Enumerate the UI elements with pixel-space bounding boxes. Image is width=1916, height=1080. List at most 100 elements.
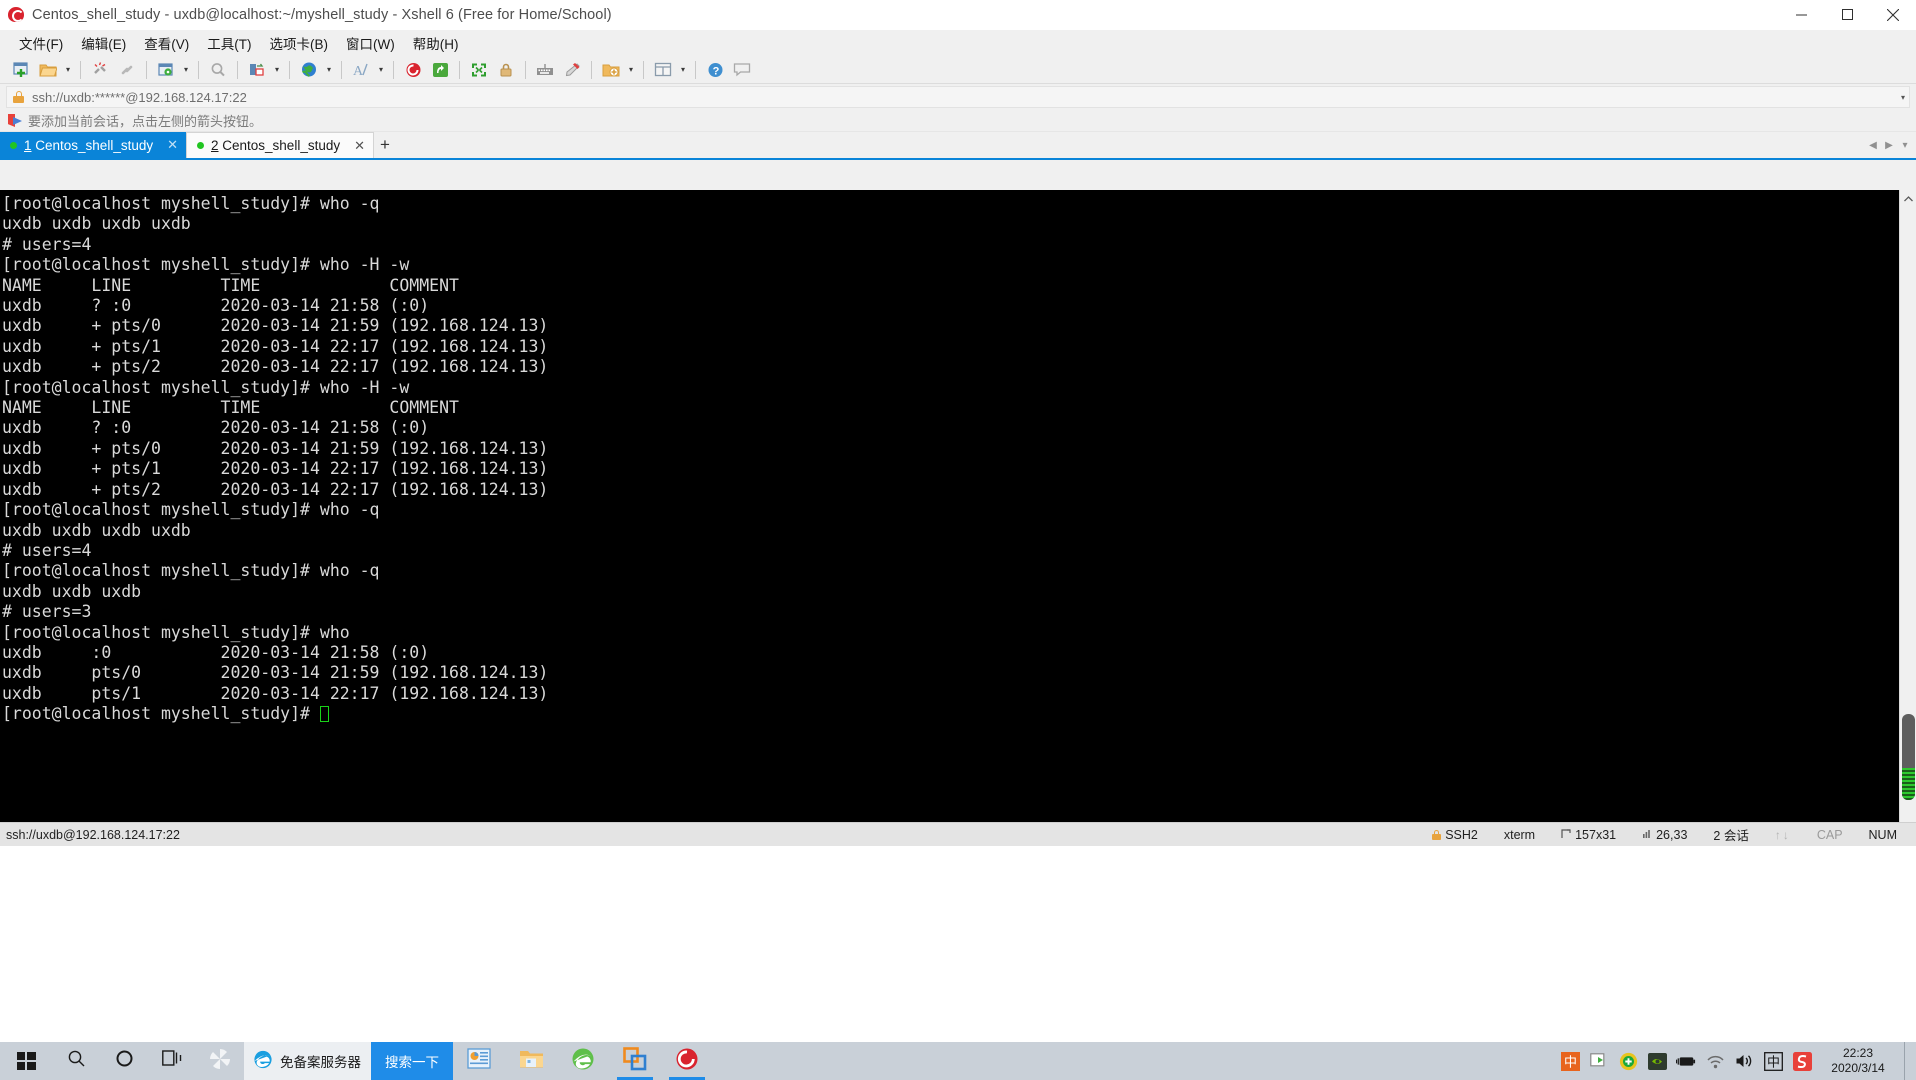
edge-icon [571,1047,595,1076]
comment-icon[interactable] [729,58,755,82]
help-icon[interactable]: ? [702,58,728,82]
taskbar-search-box[interactable]: 免备案服务器 搜索一下 [244,1042,453,1080]
menu-tabs[interactable]: 选项卡(B) [261,30,338,56]
menu-tools[interactable]: 工具(T) [198,30,260,56]
clock-time: 22:23 [1843,1046,1873,1061]
show-desktop-button[interactable] [1904,1042,1912,1080]
taskbar-clock[interactable]: 22:23 2020/3/14 [1821,1046,1895,1076]
taskbar-app-file-explorer[interactable] [505,1042,557,1080]
fullscreen-icon[interactable] [466,58,492,82]
find-icon[interactable] [205,58,231,82]
battery-icon[interactable] [1676,1051,1696,1071]
pinwheel-button[interactable] [196,1042,244,1080]
cortana-button[interactable] [100,1042,148,1080]
taskbar-app-edge[interactable] [557,1042,609,1080]
status-connection: ssh://uxdb@192.168.124.17:22 [0,828,180,842]
keyboard-icon[interactable] [532,58,558,82]
font-caret[interactable]: ▾ [375,58,387,82]
svg-text:中: 中 [1767,1054,1780,1069]
menu-edit[interactable]: 编辑(E) [72,30,135,56]
status-cursor-cell: 26,33 [1629,828,1700,842]
taskbar-search-button[interactable] [52,1042,100,1080]
wifi-icon[interactable] [1705,1051,1725,1071]
transfer-file-caret[interactable]: ▾ [271,58,283,82]
toolbar-separator [643,61,644,79]
tab-list-menu-icon[interactable]: ▾ [1898,140,1912,151]
ie-icon [252,1048,274,1075]
task-view-button[interactable] [148,1042,196,1080]
status-size: 157x31 [1575,828,1616,842]
ime-chinese-icon[interactable]: 中 [1560,1051,1580,1071]
status-right-group: SSH2 xterm 157x31 26,33 2 会话 ↑↓ CAP NUM [1419,825,1916,844]
taskbar-app-vmware[interactable] [609,1042,661,1080]
session-properties-icon[interactable] [153,58,179,82]
ime-mode-icon[interactable]: 中 [1763,1051,1783,1071]
layout-caret[interactable]: ▾ [677,58,689,82]
open-folder-caret[interactable]: ▾ [62,58,74,82]
sogou-icon[interactable] [1792,1051,1812,1071]
globe-icon[interactable] [296,58,322,82]
status-bar: ssh://uxdb@192.168.124.17:22 SSH2 xterm … [0,822,1916,846]
nvidia-icon[interactable] [1647,1051,1667,1071]
xshell-window: Centos_shell_study - uxdb@localhost:~/my… [0,0,1916,1080]
xshell-icon [675,1047,699,1076]
search-go-button[interactable]: 搜索一下 [371,1042,453,1080]
add-folder-icon[interactable] [598,58,624,82]
xshell-icon[interactable] [400,58,426,82]
minimize-button[interactable] [1778,0,1824,30]
powerpoint-icon [467,1048,491,1075]
add-folder-caret[interactable]: ▾ [625,58,637,82]
tab-scroll-left-icon[interactable]: ◀ [1866,140,1880,151]
taskbar-app-xshell[interactable] [661,1042,713,1080]
scroll-up-arrow-icon[interactable] [1900,190,1916,207]
new-tab-button[interactable]: + [374,132,396,158]
menu-help[interactable]: 帮助(H) [404,30,468,56]
cursor-pos-icon [1642,828,1652,842]
maximize-button[interactable] [1824,0,1870,30]
search-icon [67,1049,86,1073]
tab-session-1[interactable]: 1 Centos_shell_study ✕ [0,132,186,158]
terminal-scrollbar[interactable] [1899,190,1916,822]
reconnect-icon[interactable] [114,58,140,82]
tab-nav: ◀ ▶ ▾ [1866,132,1916,158]
menu-view[interactable]: 查看(V) [135,30,198,56]
tab-status-dot [197,142,204,149]
svg-text:中: 中 [1564,1054,1577,1069]
toolbar-separator [393,61,394,79]
tab-1-close-icon[interactable]: ✕ [153,137,178,153]
disconnect-icon[interactable] [87,58,113,82]
status-size-cell: 157x31 [1548,828,1629,842]
toolbar-separator [289,61,290,79]
tab-scroll-right-icon[interactable]: ▶ [1882,140,1896,151]
volume-icon[interactable] [1734,1051,1754,1071]
scrollbar-thumb[interactable] [1902,714,1915,800]
tab-session-2[interactable]: 2 Centos_shell_study ✕ [186,132,374,158]
menu-window[interactable]: 窗口(W) [337,30,404,56]
xshell-snail-icon [8,7,24,23]
pinwheel-icon [209,1048,231,1075]
tab-2-close-icon[interactable]: ✕ [340,138,365,154]
globe-caret[interactable]: ▾ [323,58,335,82]
screen-cast-icon[interactable] [1589,1051,1609,1071]
lock-screen-icon[interactable] [493,58,519,82]
layout-icon[interactable] [650,58,676,82]
windows-start-icon [17,1052,36,1070]
taskbar-app-powerpoint[interactable] [453,1042,505,1080]
new-session-icon[interactable] [8,58,34,82]
toolbar-separator [80,61,81,79]
transfer-file-icon[interactable] [244,58,270,82]
session-properties-caret[interactable]: ▾ [180,58,192,82]
update-icon[interactable] [1618,1051,1638,1071]
desktop-background [0,846,1916,1042]
open-folder-icon[interactable] [35,58,61,82]
menu-file[interactable]: 文件(F) [10,30,72,56]
highlight-icon[interactable] [559,58,585,82]
address-input[interactable]: ssh://uxdb:******@192.168.124.17:22 ▾ [6,86,1910,108]
close-button[interactable] [1870,0,1916,30]
chevron-down-icon[interactable]: ▾ [1901,93,1905,102]
resize-icon [1561,828,1571,842]
font-icon[interactable]: A [348,58,374,82]
start-button[interactable] [0,1042,52,1080]
xftp-icon[interactable] [427,58,453,82]
terminal-screen[interactable]: [root@localhost myshell_study]# who -q u… [0,190,1916,822]
